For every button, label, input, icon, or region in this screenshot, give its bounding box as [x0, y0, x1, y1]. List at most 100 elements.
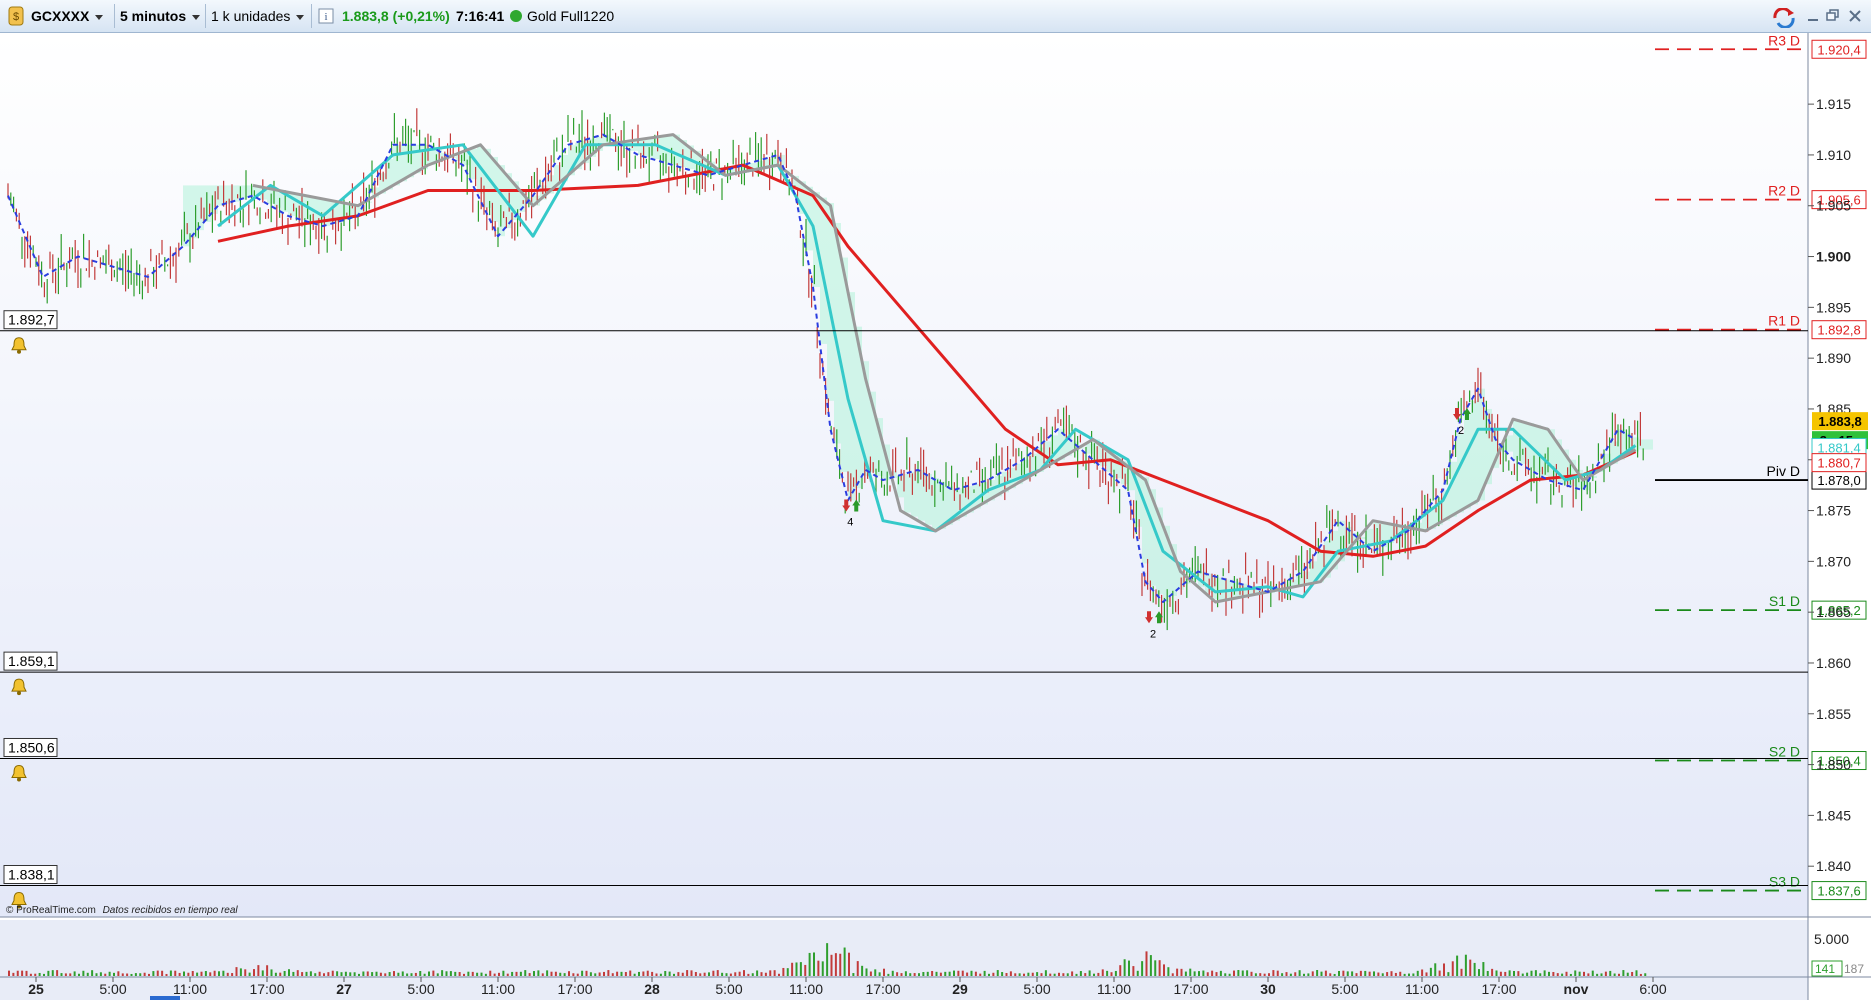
price-tick-label: 1.840 — [1816, 858, 1851, 874]
volume-bar — [966, 972, 969, 976]
time-tick-label: 17:00 — [1173, 981, 1208, 997]
volume-bar — [778, 973, 780, 976]
volume-bar — [1132, 966, 1135, 976]
restore-icon[interactable] — [1826, 8, 1840, 28]
volume-bar — [983, 970, 986, 976]
volume-bar — [130, 973, 133, 976]
volume-bar — [1618, 973, 1620, 976]
volume-bar — [970, 970, 973, 976]
volume-bar — [568, 971, 570, 976]
volume-bar — [734, 972, 737, 976]
units-selector[interactable]: 1 k unidades — [211, 5, 305, 27]
current-price-label: 1.883,8 — [1818, 414, 1861, 429]
volume-bar — [878, 972, 881, 976]
volume-bar — [817, 960, 820, 976]
price-chart[interactable]: R3 D1.920,4R2 D1.905,6R1 D1.892,8Piv D1.… — [0, 33, 1871, 1000]
volume-bar — [51, 970, 54, 976]
volume-bar — [861, 965, 864, 976]
volume-bar — [480, 972, 483, 976]
volume-bar — [419, 971, 422, 976]
price-tick-label: 1.910 — [1816, 147, 1851, 163]
volume-bar — [134, 973, 137, 976]
volume-bar — [974, 971, 977, 976]
volume-bar — [633, 973, 636, 976]
volume-bar — [1408, 973, 1410, 976]
volume-bar — [589, 972, 592, 976]
volume-bar — [782, 967, 785, 976]
volume-bar — [848, 952, 850, 976]
volume-bar — [786, 968, 789, 976]
signal-count: 2 — [1150, 628, 1156, 640]
volume-bar — [349, 972, 352, 976]
volume-bar — [1359, 970, 1362, 976]
volume-bar — [384, 973, 387, 976]
volume-bar — [716, 970, 719, 976]
volume-bar — [82, 970, 85, 976]
time-tick-label: 27 — [336, 981, 352, 997]
volume-bar — [218, 971, 220, 976]
bell-clapper — [17, 691, 21, 696]
volume-bar — [1460, 968, 1463, 976]
volume-bar — [239, 968, 242, 976]
volume-bar — [270, 969, 273, 976]
bell-clapper — [17, 777, 21, 782]
volume-bar — [305, 971, 308, 976]
volume-bar — [362, 971, 365, 976]
volume-bar — [677, 972, 680, 976]
volume-bar — [1053, 973, 1056, 976]
volume-bar — [1346, 971, 1349, 976]
volume-bar — [1561, 973, 1564, 976]
timeframe-selector[interactable]: 5 minutos — [120, 5, 201, 27]
cloud-segment — [1450, 461, 1457, 517]
volume-bar — [773, 970, 776, 976]
volume-bar — [703, 972, 706, 976]
volume-bar — [78, 973, 80, 976]
symbol-selector[interactable]: GCXXXX — [31, 5, 104, 27]
volume-bar — [1049, 973, 1052, 976]
volume-bar — [1381, 973, 1384, 976]
volume-bar — [659, 973, 662, 976]
volume-bar — [598, 972, 601, 976]
volume-bar — [484, 973, 487, 976]
sync-icon[interactable] — [1772, 7, 1798, 32]
symbol-label: GCXXXX — [31, 8, 90, 24]
volume-bar — [1198, 971, 1200, 976]
chart-area[interactable]: R3 D 1.920,4 R2 D 1.905,6 R1 D 1.892,8 Piv D 1.… — [0, 33, 1871, 1000]
volume-bar — [301, 972, 304, 976]
volume-bar — [1167, 967, 1170, 976]
volume-bar — [1565, 971, 1568, 976]
signal-count: 2 — [1458, 425, 1464, 437]
volume-bar — [533, 971, 535, 976]
minimize-icon[interactable] — [1806, 8, 1820, 28]
volume-bar — [1635, 970, 1638, 976]
close-icon[interactable] — [1848, 8, 1862, 28]
volume-bar — [441, 970, 444, 976]
volume-bar — [1211, 970, 1214, 976]
volume-bar — [1425, 972, 1428, 976]
volume-bar — [655, 973, 658, 976]
volume-bar — [546, 970, 549, 976]
volume-bar — [169, 970, 172, 976]
volume-bar — [64, 973, 67, 976]
volume-bar — [248, 972, 251, 976]
time-scroll-handle[interactable] — [150, 996, 180, 1000]
volume-bar — [624, 972, 627, 976]
copyright-text: © ProRealTime.com — [6, 905, 96, 916]
price-tick-label: 1.895 — [1816, 299, 1851, 315]
volume-bar — [1403, 973, 1406, 976]
volume-bar — [16, 970, 19, 976]
price-tick-label: 1.875 — [1816, 503, 1851, 519]
pivot-value: 1.920,4 — [1817, 42, 1860, 57]
volume-bar — [410, 973, 413, 976]
volume-bar — [467, 971, 470, 976]
volume-bar — [1180, 968, 1183, 976]
cloud-segment — [932, 478, 939, 529]
price-change: 1.883,8 (+0,21%) — [342, 8, 450, 24]
volume-bar — [1009, 971, 1012, 976]
volume-bar — [738, 971, 741, 976]
volume-bar — [279, 972, 282, 976]
volume-bar — [1644, 973, 1647, 976]
volume-bar — [708, 972, 710, 976]
volume-bar — [1517, 971, 1520, 976]
info-icon[interactable]: i — [318, 5, 334, 27]
